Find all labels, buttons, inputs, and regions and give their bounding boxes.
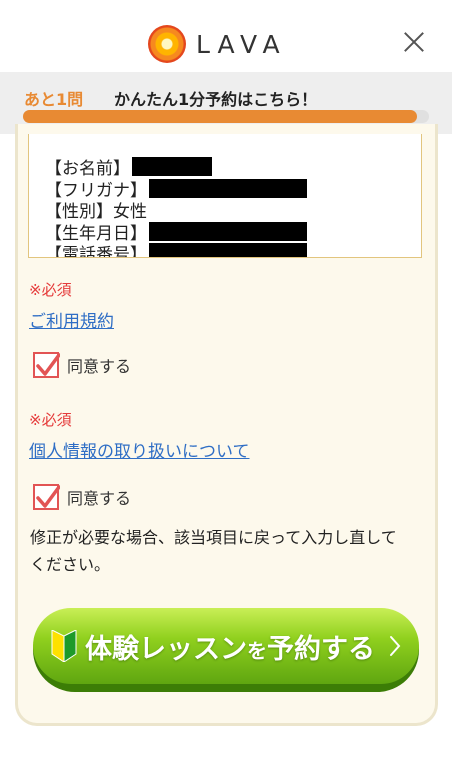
summary-label: 【電話番号】 (45, 245, 147, 258)
lava-logo[interactable]: LAVA (148, 24, 308, 64)
chevron-right-icon (390, 636, 401, 656)
terms-agree-label: 同意する (67, 357, 132, 376)
terms-agree-checkbox-row[interactable]: 同意する (33, 352, 131, 378)
submit-label-part2: 予約する (267, 633, 375, 665)
redacted-value (132, 157, 212, 177)
quick-reservation-text: かんたん1分予約はこちら！ (114, 90, 318, 109)
terms-link[interactable]: ご利用規約 (29, 307, 114, 332)
summary-line-furigana: 【フリガナ】 (45, 178, 421, 201)
summary-line-name: 【お名前】 (45, 156, 421, 179)
terms-required-label: ※必須 (29, 281, 72, 299)
submit-button-face: 体験レッスンを予約する (33, 608, 419, 684)
logo-text: LAVA (196, 29, 287, 59)
terms-agree-checkbox[interactable] (33, 352, 60, 378)
input-summary-box[interactable]: 【お名前】 【フリガナ】 【性別】女性 【生年月日】 【電話番号】 (28, 134, 422, 258)
checkmark-icon (36, 485, 60, 508)
privacy-agree-checkbox[interactable] (33, 484, 60, 510)
reserve-trial-lesson-button[interactable]: 体験レッスンを予約する (33, 608, 419, 692)
summary-line-birthdate: 【生年月日】 (45, 221, 421, 244)
privacy-policy-link[interactable]: 個人情報の取り扱いについて (29, 437, 250, 462)
progress-bar (23, 110, 429, 123)
redacted-value (149, 243, 307, 257)
submit-label-part1: 体験レッスン (85, 633, 247, 665)
progress-fill (23, 110, 417, 123)
submit-button-label: 体験レッスンを予約する (85, 627, 375, 666)
submit-label-particle: を (247, 638, 267, 663)
redacted-value (149, 221, 307, 241)
remaining-questions: あと1問 (24, 90, 84, 109)
header: LAVA (0, 0, 452, 72)
summary-line-gender: 【性別】女性 (45, 199, 421, 222)
close-icon[interactable] (403, 31, 425, 53)
privacy-required-label: ※必須 (29, 411, 72, 429)
redacted-value (149, 178, 307, 198)
privacy-agree-checkbox-row[interactable]: 同意する (33, 484, 131, 510)
edit-instruction-text: 修正が必要な場合、該当項目に戻って入力し直してください。 (30, 528, 397, 574)
beginner-mark-icon (51, 630, 77, 662)
privacy-agree-label: 同意する (67, 489, 132, 508)
summary-line-phone: 【電話番号】 (45, 242, 421, 258)
sun-logo-icon (148, 25, 186, 63)
checkmark-icon (36, 353, 60, 376)
